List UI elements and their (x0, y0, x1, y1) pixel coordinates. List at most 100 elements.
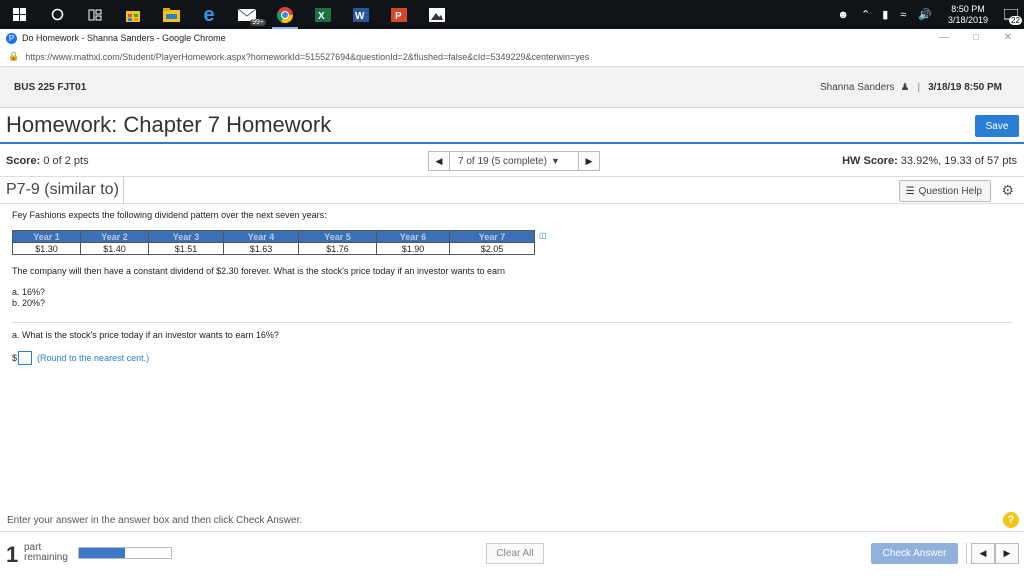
question-help-button[interactable]: ☰ Question Help (898, 180, 991, 202)
store-icon[interactable] (114, 0, 152, 29)
year-header: Year 6 (376, 230, 450, 243)
gear-icon[interactable]: ⚙ (1001, 182, 1014, 199)
next-question-button[interactable]: ▶ (578, 151, 600, 171)
dividend-cell: $1.40 (80, 242, 149, 255)
question-help-label: Question Help (918, 185, 982, 197)
instruction-text: Enter your answer in the answer box and … (7, 515, 303, 526)
year-header: Year 1 (12, 230, 81, 243)
problem-id: P7-9 (similar to) (6, 176, 124, 204)
year-header: Year 2 (80, 230, 149, 243)
close-icon[interactable]: ✕ (992, 29, 1024, 47)
mail-badge: 99+ (250, 19, 266, 26)
battery-icon[interactable]: ▮ (876, 8, 894, 21)
dividend-cell: $1.51 (148, 242, 224, 255)
svg-text:W: W (355, 11, 365, 22)
question-select[interactable]: 7 of 19 (5 complete) ▼ (450, 151, 578, 171)
photos-icon[interactable] (418, 0, 456, 29)
progress-fill (79, 548, 125, 558)
header-datetime: 3/18/19 8:50 PM (928, 81, 1002, 93)
user-icon: ♟ (900, 81, 910, 93)
save-button[interactable]: Save (975, 115, 1019, 137)
question-select-label: 7 of 19 (5 complete) (458, 155, 547, 167)
url-text: https://www.mathxl.com/Student/PlayerHom… (25, 51, 590, 62)
chrome-icon[interactable] (266, 0, 304, 29)
part-a-label: a. 16%? (12, 287, 46, 297)
svg-text:X: X (318, 11, 325, 22)
mathxl-favicon-icon: P (6, 32, 17, 44)
header-separator: | (917, 81, 921, 93)
list-icon: ☰ (905, 185, 915, 197)
dividend-cell: $1.63 (223, 242, 299, 255)
divider (12, 322, 1012, 323)
dividend-table: Year 1 Year 2 Year 3 Year 4 Year 5 Year … (12, 230, 535, 255)
file-explorer-icon[interactable] (152, 0, 190, 29)
chevron-up-icon[interactable]: ⌃ (855, 8, 876, 21)
task-view-icon[interactable] (76, 0, 114, 29)
help-icon[interactable]: ? (1003, 512, 1019, 528)
dividend-cell: $1.76 (298, 242, 377, 255)
word-icon[interactable]: W (342, 0, 380, 29)
copy-data-icon[interactable]: ◫ (539, 231, 547, 240)
app-header: BUS 225 FJT01 Shanna Sanders ♟ | 3/18/19… (0, 67, 1024, 108)
action-center-icon[interactable]: 22 (998, 0, 1024, 29)
excel-icon[interactable]: X (304, 0, 342, 29)
search-icon[interactable] (38, 0, 76, 29)
windows-start-icon[interactable] (0, 0, 38, 29)
score-row: Score: 0 of 2 pts ◀ 7 of 19 (5 complete)… (0, 146, 1024, 176)
minimize-icon[interactable]: — (928, 29, 960, 47)
powerpoint-icon[interactable]: P (380, 0, 418, 29)
page-title: Homework: Chapter 7 Homework (6, 112, 332, 137)
year-header: Year 4 (223, 230, 299, 243)
homework-title-bar: Homework: Chapter 7 Homework Save (0, 108, 1024, 144)
score: Score: 0 of 2 pts (6, 155, 89, 167)
people-icon[interactable]: ☻ (831, 9, 855, 21)
dividend-cell: $1.30 (12, 242, 81, 255)
dropdown-arrow-icon: ▼ (550, 156, 560, 166)
score-label: Score: (6, 155, 41, 167)
parts-remaining-count: 1 (6, 542, 19, 567)
course-name: BUS 225 FJT01 (14, 81, 87, 93)
address-bar[interactable]: 🔒 https://www.mathxl.com/Student/PlayerH… (0, 47, 1024, 67)
windows-taskbar: e 99+ X W P ☻ ⌃ ▮ ≈ 🔊 8:50 PM 3/18/2019 … (0, 0, 1024, 29)
clock-date: 3/18/2019 (947, 14, 989, 25)
score-value: 0 of 2 pts (43, 155, 89, 167)
footer-bar: 1 part remaining Clear All Check Answer … (0, 531, 1024, 576)
clear-all-button[interactable]: Clear All (486, 543, 544, 564)
next-button[interactable]: ▶ (995, 543, 1019, 564)
hw-score-label: HW Score: (842, 155, 898, 167)
system-clock[interactable]: 8:50 PM 3/18/2019 (938, 4, 998, 26)
volume-icon[interactable]: 🔊 (912, 8, 938, 21)
footer-navigation: ◀ ▶ (966, 543, 1019, 564)
hw-score: HW Score: 33.92%, 19.33 of 57 pts (842, 155, 1017, 167)
year-header: Year 5 (298, 230, 377, 243)
window-title: Do Homework - Shanna Sanders - Google Ch… (22, 33, 226, 43)
problem-body: Fey Fashions expects the following divid… (12, 210, 1012, 309)
problem-question: The company will then have a constant di… (12, 266, 505, 276)
edge-icon[interactable]: e (190, 0, 228, 29)
remaining-label: remaining (24, 552, 68, 563)
clock-time: 8:50 PM (951, 3, 985, 14)
prev-button[interactable]: ◀ (971, 543, 995, 564)
year-header: Year 3 (148, 230, 224, 243)
wifi-icon[interactable]: ≈ (894, 9, 912, 21)
part-a-question: a. What is the stock's price today if an… (12, 330, 279, 340)
check-answer-button[interactable]: Check Answer (871, 543, 958, 564)
dividend-cell: $2.05 (449, 242, 535, 255)
lock-icon: 🔒 (8, 51, 20, 61)
hw-score-value: 33.92%, 19.33 of 57 pts (900, 155, 1017, 167)
prev-question-button[interactable]: ◀ (428, 151, 450, 171)
problem-header: P7-9 (similar to) ☰ Question Help ⚙ (0, 176, 1024, 204)
dividend-cell: $1.90 (376, 242, 450, 255)
problem-intro: Fey Fashions expects the following divid… (12, 210, 327, 220)
maximize-icon[interactable]: □ (960, 29, 992, 47)
currency-symbol: $ (12, 353, 18, 363)
notification-count: 22 (1009, 16, 1022, 25)
answer-input[interactable] (18, 351, 33, 365)
parts-remaining-label: part remaining (24, 543, 68, 563)
table-row: $1.30 $1.40 $1.51 $1.63 $1.76 $1.90 $2.0… (12, 242, 535, 255)
progress-bar (78, 547, 172, 559)
part-b-label: b. 20%? (12, 298, 46, 308)
mail-icon[interactable]: 99+ (228, 0, 266, 29)
year-header: Year 7 (449, 230, 535, 243)
user-name[interactable]: Shanna Sanders (820, 82, 895, 93)
